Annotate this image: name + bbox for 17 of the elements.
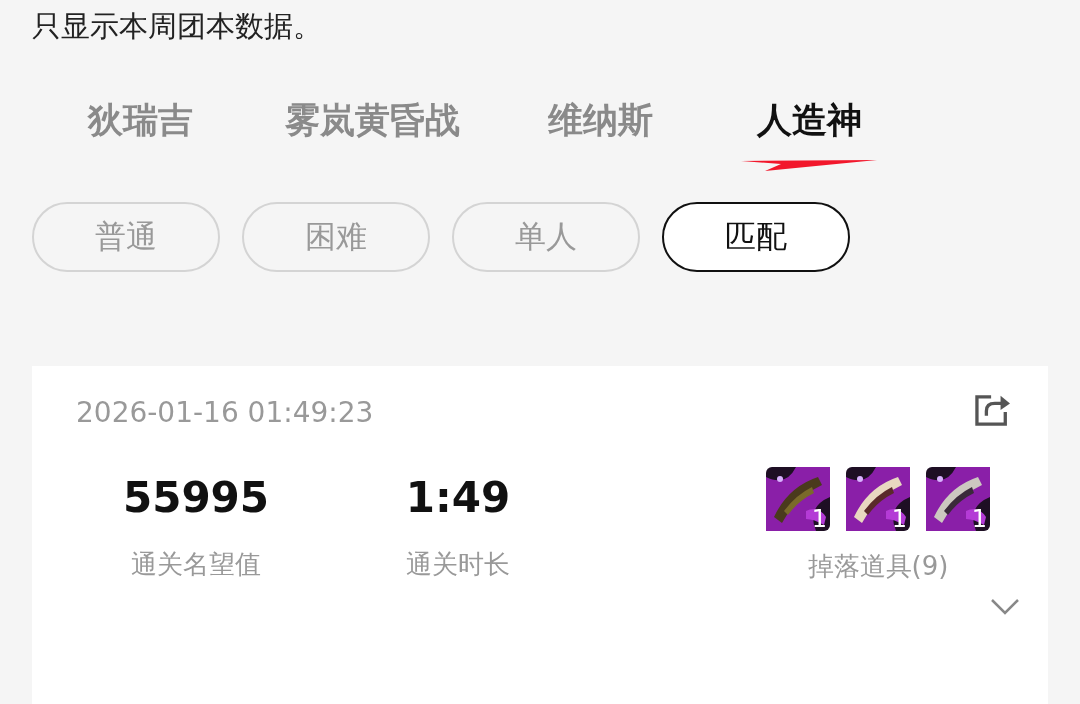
raid-tab[interactable]: 维纳斯 <box>548 96 653 144</box>
mode-chip[interactable]: 普通 <box>32 202 220 272</box>
stat-value: 55995 <box>122 472 270 524</box>
chevron-down-icon[interactable] <box>990 598 1020 616</box>
raid-tab[interactable]: 狄瑞吉 <box>88 96 193 144</box>
raid-tab[interactable]: 人造神 <box>756 96 862 144</box>
share-icon[interactable] <box>974 392 1012 427</box>
clear-time: 2026-01-16 01:49:23 <box>76 396 374 429</box>
mode-chip[interactable]: 匹配 <box>662 202 850 272</box>
raid-tab[interactable]: 雾岚黄昏战 <box>285 96 460 144</box>
stat-value: 1:49 <box>405 472 511 524</box>
drops-label: 掉落道具(9) <box>807 550 949 583</box>
notice-text: 只显示本周团本数据。 <box>32 8 323 45</box>
mode-chip[interactable]: 困难 <box>242 202 430 272</box>
stat-label: 通关时长 <box>406 548 510 581</box>
mode-chip[interactable]: 单人 <box>452 202 640 272</box>
stat-label: 通关名望值 <box>131 548 261 581</box>
